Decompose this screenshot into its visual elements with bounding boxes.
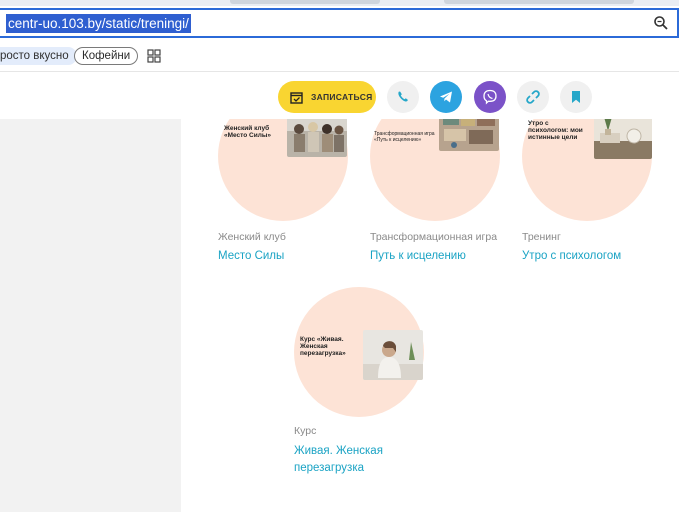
card-photo (439, 119, 499, 151)
site-header: ЗАПИСАТЬСЯ (0, 73, 679, 119)
link-button[interactable] (517, 81, 549, 113)
card-title-link[interactable]: Живая. Женская перезагрузка (294, 443, 404, 477)
card-category: Женский клуб (218, 231, 286, 243)
bookmark-icon (572, 91, 580, 103)
trainings-list: Женский клуб «Место Силы» Женский клуб М… (181, 119, 679, 512)
browser-tab[interactable] (444, 0, 634, 4)
card-title-link[interactable]: Утро с психологом (522, 248, 621, 265)
card-image-circle[interactable]: Женский клуб «Место Силы» (218, 119, 348, 221)
viber-icon (483, 89, 497, 105)
card-image-caption: Женский клуб «Место Силы» (224, 125, 272, 139)
browser-tab-strip (0, 0, 679, 6)
card-category: Курс (294, 425, 317, 437)
card-image-caption: Утро с психологом: мои истинные цели (528, 120, 583, 141)
card-photo (287, 119, 347, 157)
card-image-circle[interactable]: Утро с психологом: мои истинные цели (522, 119, 652, 221)
signup-label: ЗАПИСАТЬСЯ (311, 92, 373, 102)
bookmark-chip[interactable]: росто вкусно (0, 47, 77, 65)
bookmark-button[interactable] (560, 81, 592, 113)
calendar-check-icon (290, 91, 303, 104)
card-title-link[interactable]: Место Силы (218, 248, 284, 265)
telegram-button[interactable] (430, 81, 462, 113)
bookmarks-bar: росто вкусно Кофейни (0, 40, 679, 72)
bookmark-chip[interactable]: Кофейни (74, 47, 139, 65)
card-photo (363, 330, 423, 380)
phone-icon (398, 91, 408, 102)
link-icon (526, 90, 540, 104)
card-category: Тренинг (522, 231, 561, 243)
card-image-caption: Трансформационная игра «Путь к исцелению… (374, 131, 435, 143)
viber-button[interactable] (474, 81, 506, 113)
phone-button[interactable] (387, 81, 419, 113)
card-category: Трансформационная игра (370, 231, 498, 243)
card-photo (594, 119, 652, 159)
card-image-caption: Курс «Живая. Женская перезагрузка» (300, 336, 346, 357)
apps-grid-icon[interactable] (147, 49, 161, 63)
address-bar[interactable]: centr-uo.103.by/static/treningi/ (0, 8, 679, 38)
zoom-icon[interactable] (653, 15, 669, 31)
card-title-link[interactable]: Путь к исцелению (370, 248, 466, 265)
telegram-icon (440, 91, 452, 103)
card-image-circle[interactable]: Курс «Живая. Женская перезагрузка» (294, 287, 424, 417)
url-text[interactable]: centr-uo.103.by/static/treningi/ (6, 14, 191, 33)
signup-button[interactable]: ЗАПИСАТЬСЯ (278, 81, 376, 113)
card-image-circle[interactable]: Трансформационная игра «Путь к исцелению… (370, 119, 500, 221)
browser-tab[interactable] (230, 0, 380, 4)
left-sidebar (0, 119, 181, 512)
